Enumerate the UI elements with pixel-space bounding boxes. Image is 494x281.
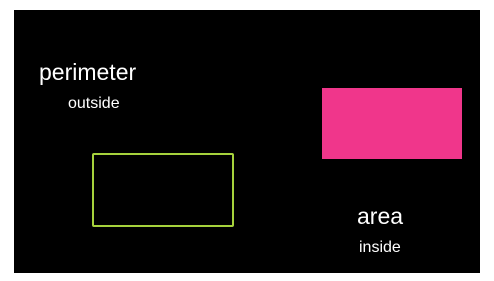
area-title: area (357, 203, 404, 229)
perimeter-subtitle: outside (68, 95, 120, 112)
area-filled-rectangle (322, 88, 462, 159)
perimeter-outline-rectangle (92, 153, 234, 227)
area-subtitle: inside (359, 239, 401, 256)
slide: perimeter outside area inside (14, 10, 480, 273)
perimeter-title: perimeter (39, 59, 137, 85)
